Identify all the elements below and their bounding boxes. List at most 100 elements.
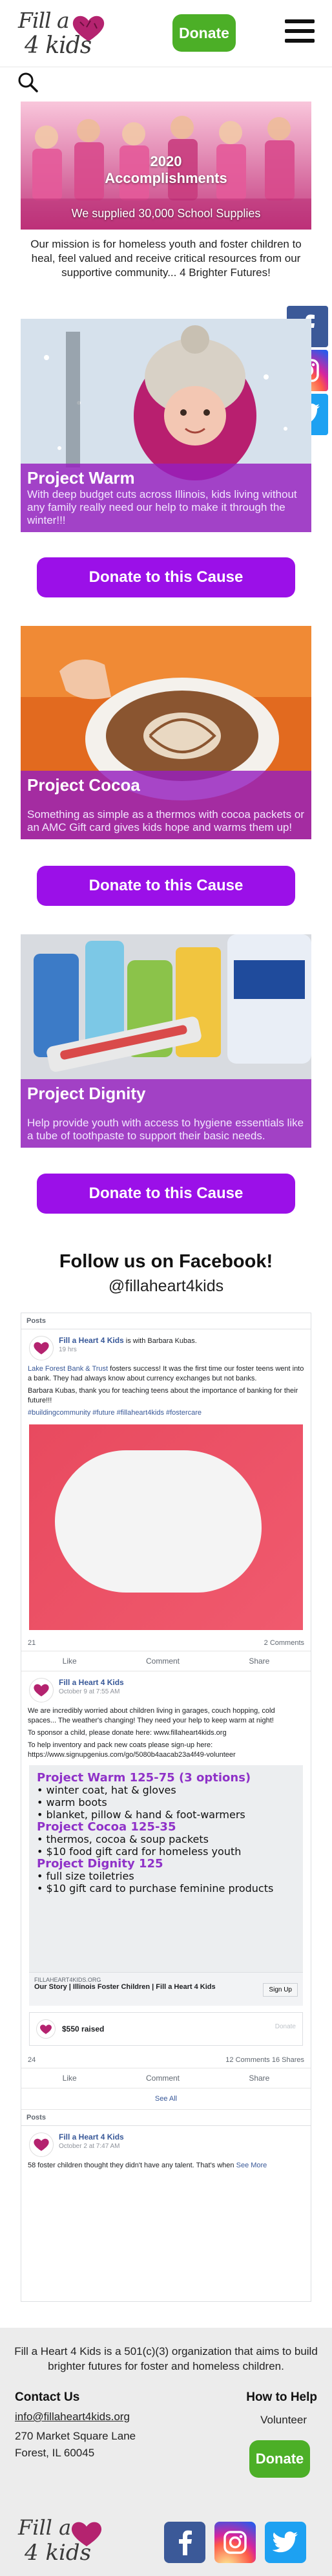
hero-title-year: 2020: [150, 153, 182, 169]
post-text-2: Barbara Kubas, thank you for teaching te…: [28, 1387, 298, 1404]
contact-heading: Contact Us: [15, 2390, 80, 2404]
facebook-feed-embed[interactable]: Posts Fill a Heart 4 Kids is with Barbar…: [21, 1313, 311, 2302]
link-preview-card[interactable]: FILLAHEART4KIDS.ORG Our Story | Illinois…: [29, 1972, 303, 2006]
flyer-item: • warm boots: [37, 1796, 107, 1809]
amount-raised: $550 raised: [62, 2024, 105, 2034]
project-flyer-image[interactable]: Project Warm 125-75 (3 options) • winter…: [29, 1765, 303, 1972]
site-logo[interactable]: Fill a 4 kids: [17, 6, 105, 61]
site-footer: Fill a Heart 4 Kids is a 501(c)(3) organ…: [0, 2328, 332, 2576]
page-avatar-3[interactable]: [29, 2132, 54, 2157]
logo-line1: Fill a: [18, 8, 70, 33]
flyer-heading-dignity: Project Dignity 125: [37, 1857, 163, 1871]
reaction-count[interactable]: 21: [28, 1639, 36, 1647]
mission-statement: Our mission is for homeless youth and fo…: [30, 238, 302, 279]
facebook-heading: Follow us on Facebook!: [59, 1251, 273, 1272]
project-card-cocoa[interactable]: Project Cocoa Something as simple as a t…: [21, 626, 311, 839]
see-more-link[interactable]: See More: [236, 2162, 267, 2169]
donate-cause-button-warm[interactable]: Donate to this Cause: [37, 557, 295, 597]
volunteer-link[interactable]: Volunteer: [260, 2414, 307, 2427]
post2-reactions: 24 12 Comments 16 Shares: [21, 2052, 311, 2068]
footer-logo[interactable]: Fill a 4 kids: [17, 2515, 120, 2567]
page-avatar-2[interactable]: [29, 1678, 54, 1702]
post-author[interactable]: Fill a Heart 4 Kids: [59, 1336, 124, 1345]
post-time-3[interactable]: October 2 at 7:47 AM: [59, 2143, 304, 2150]
project-warm-description: With deep budget cuts across Illinois, k…: [27, 488, 297, 526]
flyer-heading-warm: Project Warm 125-75 (3 options): [37, 1771, 251, 1785]
flyer-item: • $10 gift card to purchase feminine pro…: [37, 1882, 274, 1894]
flyer-heading-cocoa: Project Cocoa 125-35: [37, 1820, 176, 1834]
search-icon[interactable]: [17, 71, 39, 93]
fundraiser-card[interactable]: $550 raised Donate: [29, 2012, 303, 2046]
feed-section-label: Posts: [21, 1313, 311, 1329]
comment-count[interactable]: 2 Comments: [264, 1639, 304, 1647]
reaction-count-2[interactable]: 24: [28, 2056, 36, 2064]
hamburger-menu-icon[interactable]: [285, 19, 315, 48]
post2-text-2: To sponsor a child, please donate here: …: [28, 1729, 227, 1737]
flyer-item: • winter coat, hat & gloves: [37, 1784, 176, 1796]
post-reactions: 21 2 Comments: [21, 1635, 311, 1651]
donate-button-header[interactable]: Donate: [172, 14, 236, 52]
post-text: Lake Forest Bank & Trust fosters success…: [21, 1363, 311, 1385]
post2-actions: Like Comment Share: [21, 2068, 311, 2088]
facebook-icon[interactable]: [164, 2522, 205, 2563]
project-warm-title: Project Warm: [27, 468, 135, 488]
logo-line2: 4 kids: [25, 32, 92, 59]
link-title: Our Story | Illinois Foster Children | F…: [34, 1983, 216, 1991]
donate-cause-button-dignity[interactable]: Donate to this Cause: [37, 1174, 295, 1214]
comment-button-2[interactable]: Comment: [146, 2074, 180, 2083]
project-cocoa-title: Project Cocoa: [27, 775, 140, 795]
see-all-link[interactable]: See All: [21, 2088, 311, 2110]
post-with: is with Barbara Kubas.: [125, 1337, 197, 1345]
post-header-3: Fill a Heart 4 Kids October 2 at 7:47 AM: [21, 2126, 311, 2160]
site-header: Fill a 4 kids Donate: [0, 0, 332, 67]
donate-button-footer[interactable]: Donate: [249, 2440, 310, 2478]
footer-logo-line2: 4 kids: [25, 2540, 92, 2566]
hero-title: 2020 Accomplishments: [21, 153, 311, 187]
flyer-item: • thermos, cocoa & soup packets: [37, 1833, 209, 1845]
post-header-2: Fill a Heart 4 Kids October 9 at 7:55 AM: [21, 1671, 311, 1705]
facebook-handle: @fillaheart4kids: [108, 1277, 224, 1295]
fundraiser-avatar: [36, 2019, 56, 2039]
hero-banner[interactable]: 2020 Accomplishments We supplied 30,000 …: [21, 102, 311, 230]
post2-text-1: We are incredibly worried about children…: [28, 1707, 275, 1724]
project-dignity-description: Help provide youth with access to hygien…: [27, 1117, 304, 1142]
project-card-dignity[interactable]: Project Dignity Help provide youth with …: [21, 934, 311, 1148]
like-button-2[interactable]: Like: [63, 2074, 77, 2083]
comment-button[interactable]: Comment: [146, 1657, 180, 1666]
post3-text-body: 58 foster children thought they didn't h…: [28, 2162, 234, 2169]
project-card-warm[interactable]: Project Warm With deep budget cuts acros…: [21, 319, 311, 532]
post-author-2[interactable]: Fill a Heart 4 Kids: [59, 1678, 304, 1687]
feed-section-label-2: Posts: [21, 2110, 311, 2126]
hero-title-text: Accomplishments: [105, 170, 227, 186]
post-author-3[interactable]: Fill a Heart 4 Kids: [59, 2132, 304, 2141]
instagram-icon[interactable]: [214, 2522, 256, 2563]
post2-text-3: To help inventory and pack new coats ple…: [28, 1741, 236, 1759]
post3-text: 58 foster children thought they didn't h…: [21, 2160, 311, 2172]
project-cocoa-description: Something as simple as a thermos with co…: [27, 808, 304, 833]
like-button[interactable]: Like: [63, 1657, 77, 1666]
post-time[interactable]: 19 hrs: [59, 1346, 304, 1353]
post-hashtags[interactable]: #buildingcommunity #future #fillaheart4k…: [21, 1407, 311, 1419]
comment-count-2[interactable]: 12 Comments: [225, 2056, 269, 2064]
post-photo[interactable]: [29, 1424, 303, 1630]
footer-social-links: [164, 2522, 306, 2563]
page-avatar[interactable]: [29, 1336, 54, 1360]
post-time-2[interactable]: October 9 at 7:55 AM: [59, 1688, 304, 1695]
hero-subtitle: We supplied 30,000 School Supplies: [71, 207, 261, 220]
flyer-item: • $10 food gift card for homeless youth: [37, 1845, 242, 1858]
share-button-2[interactable]: Share: [249, 2074, 269, 2083]
fundraiser-donate-button[interactable]: Donate: [275, 2023, 296, 2030]
project-dignity-title: Project Dignity: [27, 1084, 146, 1103]
twitter-icon[interactable]: [265, 2522, 306, 2563]
share-count-2[interactable]: 16 Shares: [272, 2056, 304, 2064]
thank-you-cloud-image: [55, 1450, 262, 1593]
post-mention-link[interactable]: Lake Forest Bank & Trust: [28, 1365, 108, 1373]
sign-up-button[interactable]: Sign Up: [263, 1983, 298, 1997]
donate-cause-button-cocoa[interactable]: Donate to this Cause: [37, 866, 295, 906]
flyer-item: • full size toiletries: [37, 1870, 134, 1882]
share-button[interactable]: Share: [249, 1657, 269, 1666]
help-heading: How to Help: [246, 2390, 317, 2404]
contact-email-link[interactable]: info@fillaheart4kids.org: [15, 2410, 130, 2423]
address-line-2: Forest, IL 60045: [15, 2447, 95, 2459]
footer-about: Fill a Heart 4 Kids is a 501(c)(3) organ…: [14, 2345, 318, 2372]
